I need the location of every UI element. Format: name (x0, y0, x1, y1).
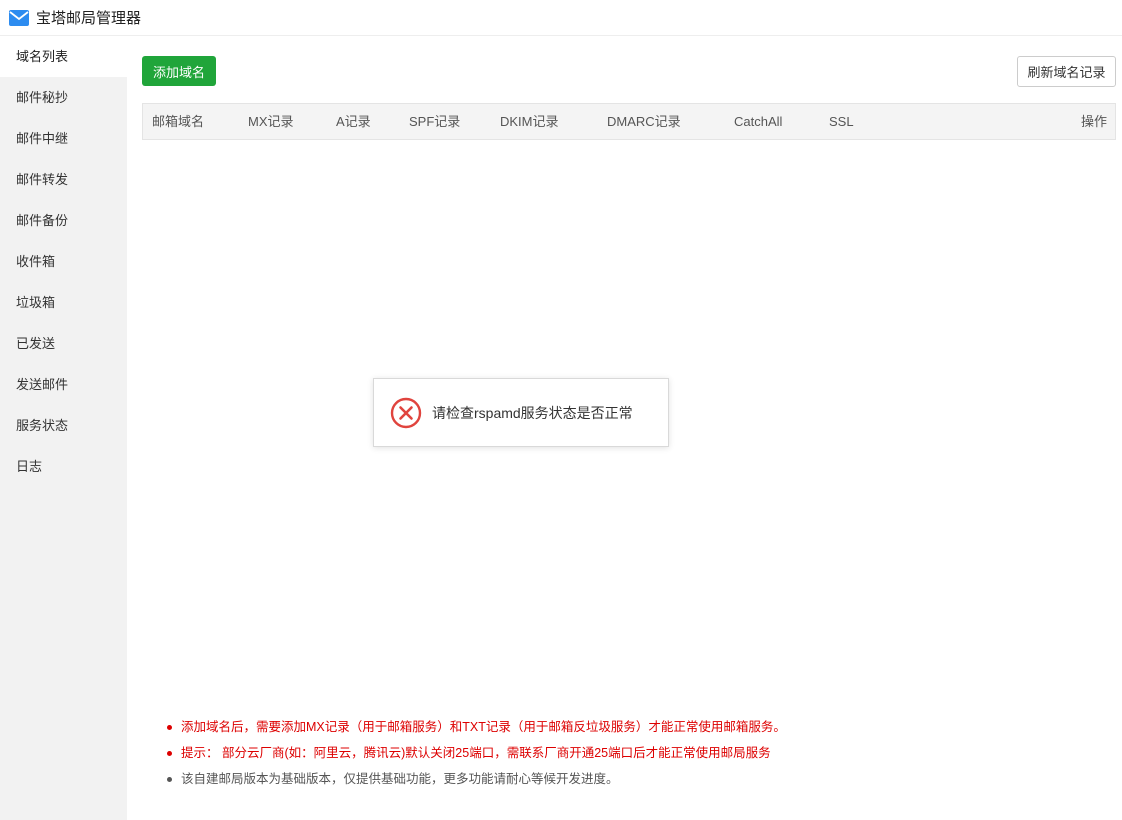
error-toast: 请检查rspamd服务状态是否正常 (373, 378, 669, 447)
column-header-ssl[interactable]: SSL (829, 104, 854, 139)
sidebar-item-label: 垃圾箱 (16, 295, 56, 310)
sidebar-item-label: 日志 (16, 459, 43, 474)
sidebar-item-label: 邮件转发 (16, 172, 69, 187)
column-header-domain[interactable]: 邮箱域名 (152, 104, 204, 139)
sidebar-item-mail-forward[interactable]: 邮件转发 (0, 159, 127, 200)
note-item: 提示： 部分云厂商(如：阿里云，腾讯云)默认关闭25端口，需联系厂商开通25端口… (167, 740, 786, 766)
sidebar-item-label: 邮件备份 (16, 213, 69, 228)
note-item: 该自建邮局版本为基础版本，仅提供基础功能，更多功能请耐心等候开发进度。 (167, 766, 786, 792)
column-header-dmarc[interactable]: DMARC记录 (607, 104, 681, 139)
column-header-spf[interactable]: SPF记录 (409, 104, 460, 139)
sidebar-item-label: 邮件秘抄 (16, 90, 69, 105)
column-header-mx[interactable]: MX记录 (248, 104, 294, 139)
sidebar: 域名列表 邮件秘抄 邮件中继 邮件转发 邮件备份 收件箱 垃圾箱 已发送 发送邮… (0, 36, 127, 820)
note-item: 添加域名后，需要添加MX记录（用于邮箱服务）和TXT记录（用于邮箱反垃圾服务）才… (167, 714, 786, 740)
domain-table-header: 邮箱域名 MX记录 A记录 SPF记录 DKIM记录 DMARC记录 Catch… (142, 103, 1116, 140)
mail-icon (9, 9, 29, 26)
sidebar-item-compose[interactable]: 发送邮件 (0, 364, 127, 405)
column-header-a[interactable]: A记录 (336, 104, 371, 139)
column-header-catchall[interactable]: CatchAll (734, 104, 782, 139)
title-bar: 宝塔邮局管理器 (0, 0, 1122, 36)
column-header-dkim[interactable]: DKIM记录 (500, 104, 559, 139)
sidebar-item-label: 发送邮件 (16, 377, 69, 392)
sidebar-item-mail-backup[interactable]: 邮件备份 (0, 200, 127, 241)
sidebar-item-label: 收件箱 (16, 254, 56, 269)
refresh-domain-records-button[interactable]: 刷新域名记录 (1017, 56, 1116, 87)
error-circle-icon (390, 397, 422, 428)
sidebar-item-sent[interactable]: 已发送 (0, 323, 127, 364)
app-title: 宝塔邮局管理器 (36, 10, 142, 27)
sidebar-item-service-status[interactable]: 服务状态 (0, 405, 127, 446)
toast-message: 请检查rspamd服务状态是否正常 (432, 404, 633, 421)
help-notes: 添加域名后，需要添加MX记录（用于邮箱服务）和TXT记录（用于邮箱反垃圾服务）才… (167, 714, 786, 792)
column-header-actions: 操作 (1080, 114, 1107, 129)
sidebar-item-logs[interactable]: 日志 (0, 446, 127, 487)
sidebar-item-label: 已发送 (16, 336, 56, 351)
sidebar-item-inbox[interactable]: 收件箱 (0, 241, 127, 282)
sidebar-item-junk[interactable]: 垃圾箱 (0, 282, 127, 323)
add-domain-button[interactable]: 添加域名 (142, 56, 216, 86)
sidebar-item-label: 邮件中继 (16, 131, 69, 146)
sidebar-item-label: 域名列表 (16, 49, 69, 64)
sidebar-item-mail-bcc[interactable]: 邮件秘抄 (0, 77, 127, 118)
sidebar-item-domain-list[interactable]: 域名列表 (0, 36, 127, 77)
sidebar-item-mail-relay[interactable]: 邮件中继 (0, 118, 127, 159)
sidebar-item-label: 服务状态 (16, 418, 69, 433)
